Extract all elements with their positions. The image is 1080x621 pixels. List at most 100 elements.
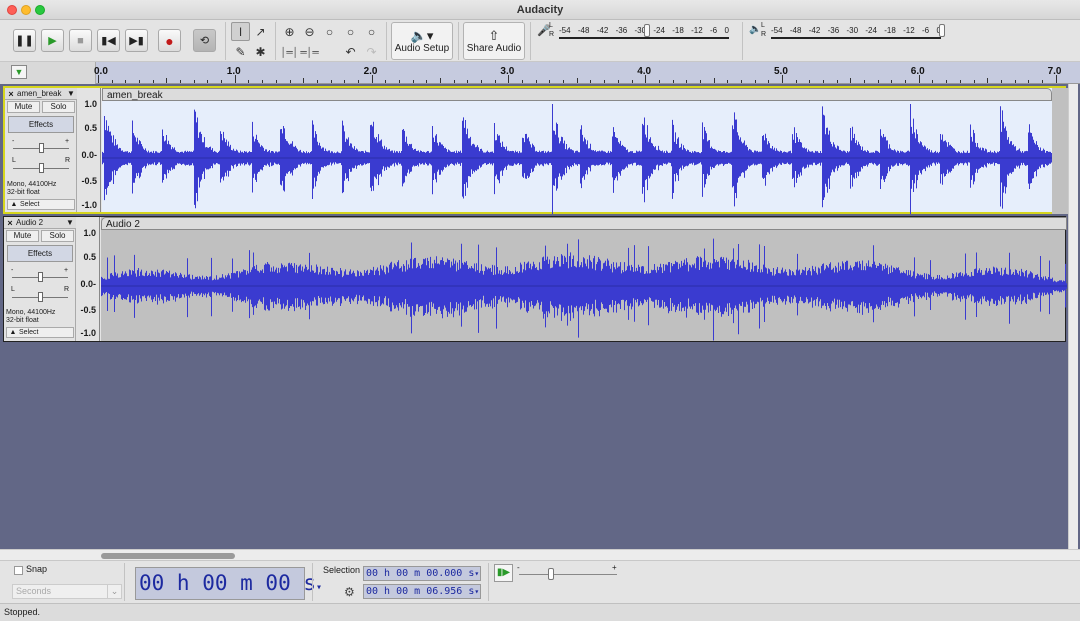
track-menu-chevron-icon[interactable]: ▼	[67, 89, 77, 98]
play-at-speed-button[interactable]: ▮▶	[494, 564, 513, 582]
effects-button[interactable]: Effects	[8, 116, 74, 133]
time-format-dropdown-icon[interactable]: ▾	[474, 569, 479, 578]
pause-button[interactable]: ❚❚	[13, 29, 36, 52]
envelope-tool[interactable]: ↗	[251, 22, 270, 41]
collapse-icon[interactable]: ▲	[8, 200, 20, 209]
skip-to-end-button[interactable]: ▶▮	[125, 29, 148, 52]
track-menu-chevron-icon[interactable]: ▼	[66, 218, 76, 227]
skip-to-start-button[interactable]: ▮◀	[97, 29, 120, 52]
horizontal-scroll-thumb[interactable]	[101, 553, 235, 559]
pan-slider-knob[interactable]	[38, 292, 43, 302]
selection-end-value: 00 h 00 m 06.956 s	[366, 586, 475, 597]
close-track-icon[interactable]: ×	[5, 89, 17, 99]
waveform-area[interactable]: Audio 2	[101, 217, 1067, 341]
ruler-tick-mark	[371, 75, 373, 83]
select-track-button[interactable]: ▲ Select	[7, 199, 75, 210]
gain-slider[interactable]	[12, 272, 68, 282]
gear-icon[interactable]: ⚙	[344, 585, 355, 599]
draw-tool[interactable]: ✎	[231, 42, 250, 61]
gain-slider-knob[interactable]	[39, 143, 44, 153]
snap-units-select[interactable]: Seconds ⌄	[12, 584, 122, 599]
selection-start-field[interactable]: 00 h 00 m 00.000 s▾	[363, 566, 481, 581]
record-meter[interactable]: 🎤 LR -54 -48 -42 -36 -30 -24 -18 -12 -6 0	[537, 21, 737, 43]
amplitude-scale[interactable]: 1.0 0.5 0.0- -0.5 -1.0	[77, 88, 101, 212]
meter-scale-label: -36	[827, 26, 840, 35]
minimize-window-button[interactable]	[21, 5, 31, 15]
pan-slider[interactable]	[13, 163, 69, 173]
selection-tool[interactable]: I	[231, 22, 250, 41]
time-format-dropdown-icon[interactable]: ▾	[474, 587, 479, 596]
gain-slider[interactable]	[13, 143, 69, 153]
timeline-ruler[interactable]: ▼ 0.0 1.0 2.0 3.0 4.0 5.0 6.0 7.0	[0, 62, 1080, 84]
solo-button[interactable]: Solo	[41, 230, 74, 242]
track-name[interactable]: Audio 2	[16, 218, 66, 227]
amplitude-scale[interactable]: 1.0 0.5 0.0- -0.5 -1.0	[76, 217, 100, 341]
track-name-bar[interactable]: × amen_break ▼	[5, 88, 77, 100]
ruler-minor-tick	[440, 78, 441, 83]
ruler-minor-tick	[412, 80, 414, 83]
audio-setup-label: Audio Setup	[394, 42, 450, 54]
speaker-icon: 🔈	[749, 24, 762, 35]
time-format-dropdown-icon[interactable]: ▾	[316, 582, 322, 593]
stop-button[interactable]: ■	[69, 29, 92, 52]
snap-checkbox[interactable]	[14, 566, 23, 575]
fit-project-button[interactable]: ○	[341, 22, 360, 41]
close-window-button[interactable]	[7, 5, 17, 15]
track-name[interactable]: amen_break	[17, 89, 67, 98]
trim-button[interactable]: │═│	[280, 42, 299, 61]
silence-button[interactable]: ═│═	[300, 42, 319, 61]
playback-speed-slider[interactable]	[519, 574, 617, 575]
playback-meter[interactable]: 🔈 LR -54-48-42-36-30-24-18-12-60	[749, 21, 949, 43]
gain-slider-knob[interactable]	[38, 272, 43, 282]
mute-button[interactable]: Mute	[6, 230, 39, 242]
ruler-minor-tick	[481, 80, 483, 83]
fit-selection-button[interactable]: ○	[320, 22, 339, 41]
ruler-minor-tick	[125, 80, 127, 83]
track-audio-2[interactable]: × Audio 2 ▼ Mute Solo Effects - + L R Mo…	[3, 216, 1067, 342]
record-button[interactable]: ●	[158, 29, 181, 52]
vertical-scrollbar[interactable]	[1068, 84, 1078, 549]
play-button[interactable]: ▶	[41, 29, 64, 52]
selection-end-field[interactable]: 00 h 00 m 06.956 s▾	[363, 584, 481, 599]
pan-slider[interactable]	[12, 292, 68, 302]
maximize-window-button[interactable]	[35, 5, 45, 15]
ruler-minor-tick	[426, 80, 428, 83]
time-display[interactable]: 00 h 00 m 00 s▾	[135, 567, 322, 600]
ruler-minor-tick	[864, 80, 866, 83]
zoom-out-button[interactable]: ⊖	[300, 22, 319, 41]
undo-button[interactable]: ↶	[341, 42, 360, 61]
loop-button[interactable]: ⟲	[193, 29, 216, 52]
record-volume-knob[interactable]	[644, 24, 650, 37]
playback-speed-knob[interactable]	[548, 568, 554, 580]
waveform-area[interactable]: amen_break	[102, 88, 1070, 214]
collapse-icon[interactable]: ▲	[7, 328, 19, 337]
track-amen-break[interactable]: × amen_break ▼ Mute Solo Effects - + L R…	[3, 86, 1070, 214]
timeline-options-button[interactable]: ▼	[11, 65, 27, 79]
mute-button[interactable]: Mute	[7, 101, 40, 113]
zoom-in-button[interactable]: ⊕	[280, 22, 299, 41]
track-control-panel: × amen_break ▼ Mute Solo Effects - + L R…	[5, 88, 77, 212]
audio-setup-button[interactable]: 🔈▾ Audio Setup	[391, 22, 453, 60]
meter-scale-label: -18	[884, 26, 896, 35]
track-area[interactable]: × amen_break ▼ Mute Solo Effects - + L R…	[0, 84, 1080, 549]
select-track-button[interactable]: ▲ Select	[6, 327, 74, 338]
ruler-minor-tick	[357, 80, 359, 83]
share-audio-button[interactable]: ⇧ Share Audio	[463, 22, 525, 60]
horizontal-scrollbar[interactable]	[0, 549, 1080, 560]
pan-left-label: L	[12, 157, 16, 164]
ruler-minor-tick	[549, 80, 551, 83]
solo-button[interactable]: Solo	[42, 101, 75, 113]
ruler-minor-tick	[686, 80, 688, 83]
close-track-icon[interactable]: ×	[4, 218, 16, 228]
pan-slider-knob[interactable]	[39, 163, 44, 173]
zoom-toggle-button[interactable]: ○	[362, 22, 381, 41]
multi-tool[interactable]: ✱	[251, 42, 270, 61]
track-format-info: Mono, 44100Hz 32-bit float	[7, 181, 77, 197]
ruler-minor-tick	[740, 80, 742, 83]
playback-volume-knob[interactable]	[939, 24, 945, 37]
track-name-bar[interactable]: × Audio 2 ▼	[4, 217, 76, 229]
redo-button[interactable]: ↷	[362, 42, 381, 61]
pan-right-label: R	[65, 157, 71, 164]
ruler-minor-tick	[795, 80, 797, 83]
effects-button[interactable]: Effects	[7, 245, 73, 262]
